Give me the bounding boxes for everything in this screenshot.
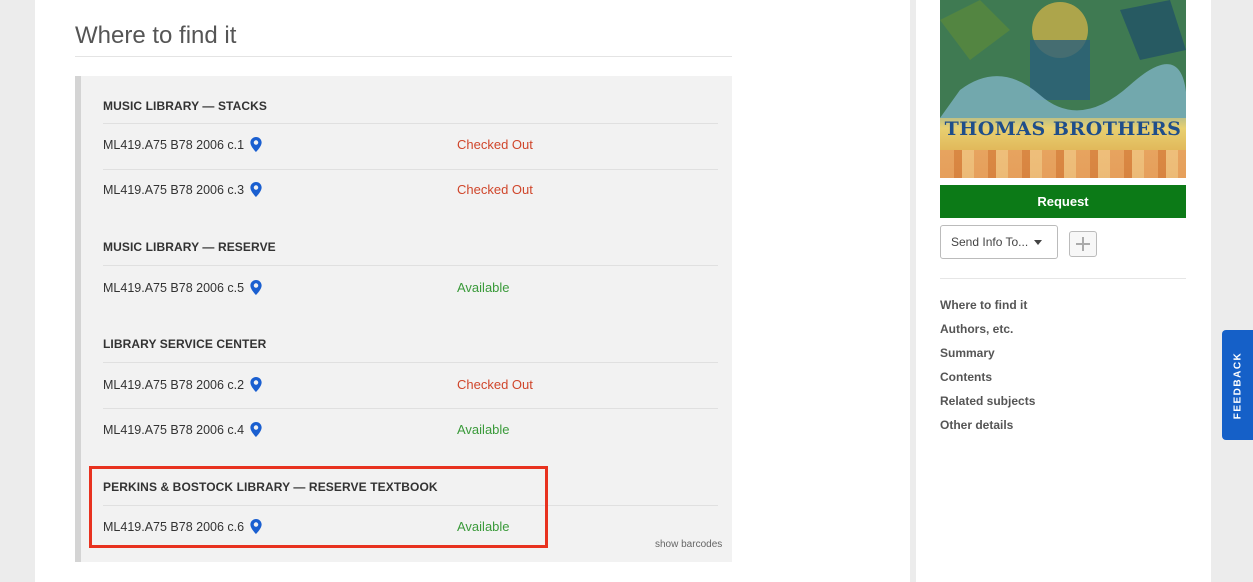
location-header: LIBRARY SERVICE CENTER xyxy=(103,337,267,351)
call-number: ML419.A75 B78 2006 c.3 xyxy=(103,182,245,197)
nav-item-other-details[interactable]: Other details xyxy=(940,416,1035,440)
show-barcodes-link[interactable]: show barcodes xyxy=(655,539,722,550)
holding-row: ML419.A75 B78 2006 c.3 xyxy=(103,182,262,197)
holding-row: ML419.A75 B78 2006 c.6 xyxy=(103,519,262,534)
map-pin-icon[interactable] xyxy=(250,422,262,437)
holding-row: ML419.A75 B78 2006 c.1 xyxy=(103,137,262,152)
row-divider xyxy=(103,362,718,363)
plus-icon xyxy=(1076,237,1090,251)
map-pin-icon[interactable] xyxy=(250,519,262,534)
cover-pattern-band xyxy=(940,150,1186,178)
caret-down-icon xyxy=(1034,239,1043,245)
holding-row: ML419.A75 B78 2006 c.2 xyxy=(103,377,262,392)
nav-item-related-subjects[interactable]: Related subjects xyxy=(940,392,1035,416)
nav-item-authors[interactable]: Authors, etc. xyxy=(940,320,1035,344)
send-info-dropdown[interactable]: Send Info To... xyxy=(940,225,1058,259)
status-label: Available xyxy=(457,422,510,437)
location-header: MUSIC LIBRARY — STACKS xyxy=(103,99,267,113)
status-label: Available xyxy=(457,519,510,534)
nav-item-where-to-find-it[interactable]: Where to find it xyxy=(940,296,1035,320)
location-header: PERKINS & BOSTOCK LIBRARY — RESERVE TEXT… xyxy=(103,480,438,494)
row-divider xyxy=(103,265,718,266)
map-pin-icon[interactable] xyxy=(250,137,262,152)
cover-author-text: THOMAS BROTHERS xyxy=(944,118,1182,140)
section-nav: Where to find it Authors, etc. Summary C… xyxy=(940,296,1035,440)
feedback-label: FEEDBACK xyxy=(1232,351,1243,419)
map-pin-icon[interactable] xyxy=(250,377,262,392)
holding-row: ML419.A75 B78 2006 c.4 xyxy=(103,422,262,437)
send-info-label: Send Info To... xyxy=(951,235,1029,249)
location-header: MUSIC LIBRARY — RESERVE xyxy=(103,240,276,254)
section-title: Where to find it xyxy=(75,22,237,49)
book-cover-image[interactable]: THOMAS BROTHERS xyxy=(940,0,1186,178)
call-number: ML419.A75 B78 2006 c.5 xyxy=(103,280,245,295)
row-divider xyxy=(103,505,718,506)
status-label: Checked Out xyxy=(457,182,533,197)
call-number: ML419.A75 B78 2006 c.1 xyxy=(103,137,245,152)
call-number: ML419.A75 B78 2006 c.4 xyxy=(103,422,245,437)
cover-art-illustration xyxy=(940,0,1186,118)
status-label: Checked Out xyxy=(457,377,533,392)
add-to-list-button[interactable] xyxy=(1069,231,1097,257)
feedback-tab[interactable]: FEEDBACK xyxy=(1222,330,1253,440)
row-divider xyxy=(103,408,718,409)
nav-item-summary[interactable]: Summary xyxy=(940,344,1035,368)
title-divider xyxy=(75,56,732,57)
map-pin-icon[interactable] xyxy=(250,182,262,197)
sidebar-divider xyxy=(940,278,1186,279)
holding-row: ML419.A75 B78 2006 c.5 xyxy=(103,280,262,295)
request-button[interactable]: Request xyxy=(940,185,1186,218)
status-label: Checked Out xyxy=(457,137,533,152)
row-divider xyxy=(103,123,718,124)
call-number: ML419.A75 B78 2006 c.6 xyxy=(103,519,245,534)
nav-item-contents[interactable]: Contents xyxy=(940,368,1035,392)
call-number: ML419.A75 B78 2006 c.2 xyxy=(103,377,245,392)
row-divider xyxy=(103,169,718,170)
status-label: Available xyxy=(457,280,510,295)
map-pin-icon[interactable] xyxy=(250,280,262,295)
